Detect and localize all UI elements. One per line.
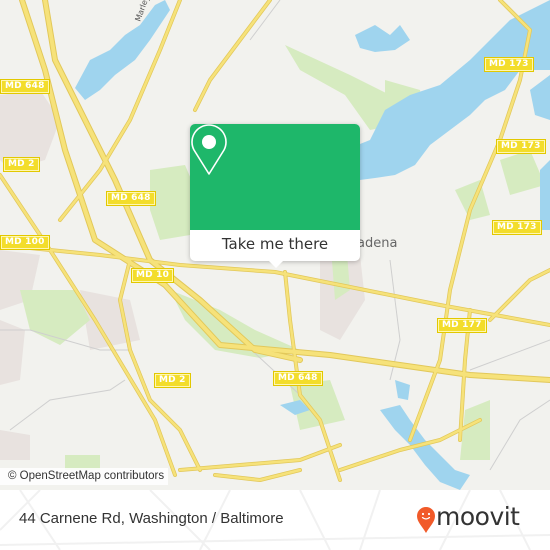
route-shield-md100: MD 100	[0, 235, 50, 250]
map-pin-icon	[191, 124, 227, 175]
popup-header	[190, 124, 360, 230]
route-shield-md648: MD 648	[273, 371, 323, 386]
moovit-wordmark: moovit	[436, 502, 520, 531]
route-shield-md648: MD 648	[106, 191, 156, 206]
address-label: 44 Carnene Rd, Washington / Baltimore	[19, 510, 284, 527]
take-me-there-button[interactable]: Take me there	[190, 230, 360, 261]
location-popup: Take me there	[190, 124, 360, 268]
route-shield-md173: MD 173	[492, 220, 542, 235]
route-shield-md173: MD 173	[496, 139, 546, 154]
moovit-pin-icon	[417, 507, 435, 533]
route-shield-md648: MD 648	[0, 79, 50, 94]
map-canvas[interactable]: Marley Creek MD 648 MD 2 MD 648 MD 100 M…	[0, 0, 550, 490]
route-shield-md10: MD 10	[131, 268, 175, 283]
map-attribution[interactable]: © OpenStreetMap contributors	[0, 468, 169, 485]
popup-pointer	[268, 260, 284, 268]
footer-bar: 44 Carnene Rd, Washington / Baltimore mo…	[0, 490, 550, 550]
route-shield-md173: MD 173	[484, 57, 534, 72]
route-shield-md2: MD 2	[3, 157, 40, 172]
route-shield-md177: MD 177	[437, 318, 487, 333]
route-shield-md2: MD 2	[154, 373, 191, 388]
